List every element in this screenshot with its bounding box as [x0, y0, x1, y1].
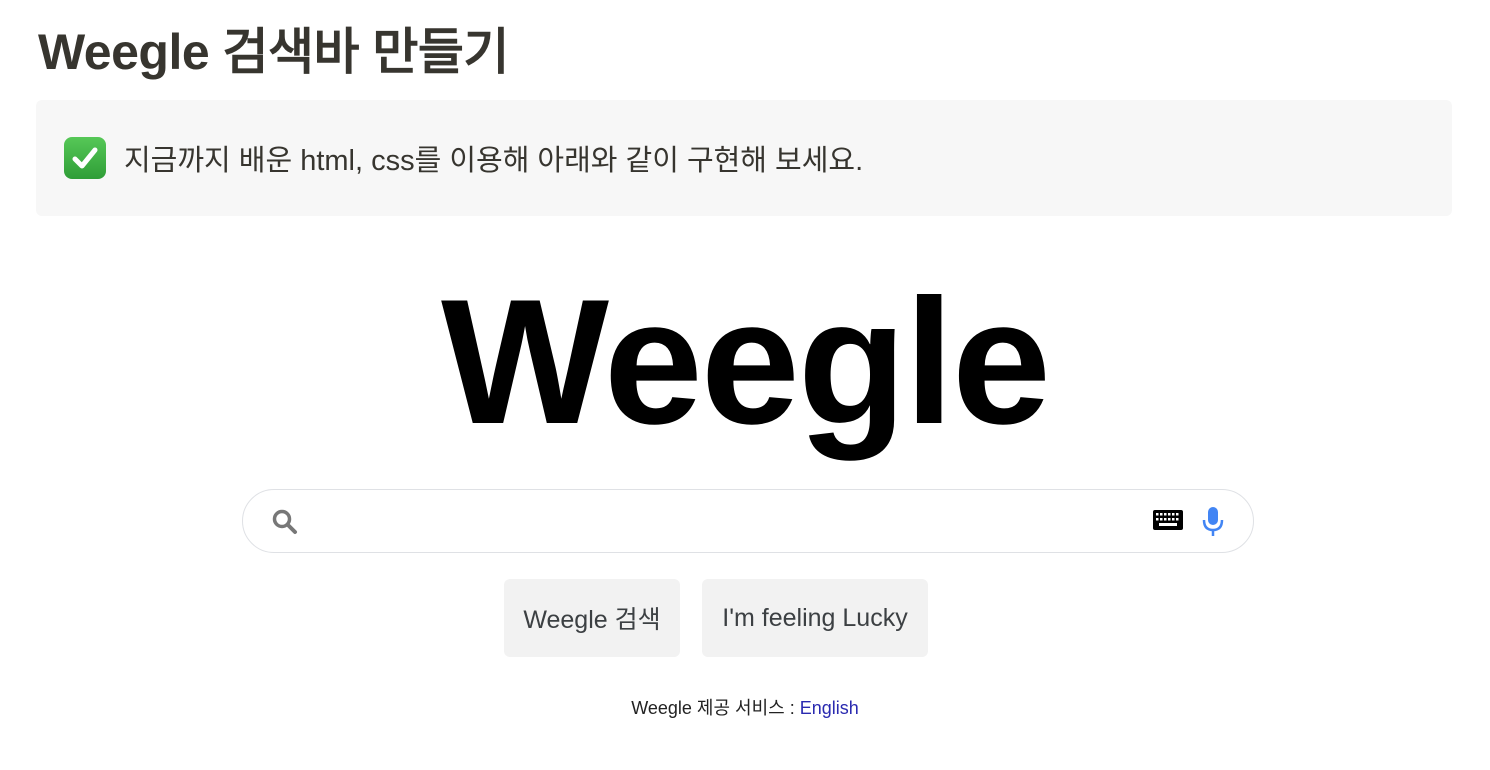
page-title: Weegle 검색바 만들기: [38, 24, 509, 80]
search-icon: [271, 508, 299, 536]
footer-prefix: Weegle 제공 서비스 :: [631, 698, 800, 718]
search-input[interactable]: [313, 502, 1137, 542]
search-bar[interactable]: [242, 489, 1254, 553]
callout-text: 지금까지 배운 html, css를 이용해 아래와 같이 구현해 보세요.: [124, 145, 864, 177]
english-link[interactable]: English: [800, 698, 859, 718]
keyboard-icon[interactable]: [1153, 510, 1183, 532]
microphone-icon[interactable]: [1201, 506, 1225, 538]
check-mark-button-icon: [64, 137, 106, 179]
weegle-logo: Weegle: [441, 262, 1051, 461]
callout: 지금까지 배운 html, css를 이용해 아래와 같이 구현해 보세요.: [36, 100, 1452, 216]
weegle-search-button[interactable]: Weegle 검색: [504, 579, 680, 657]
footer-note: Weegle 제공 서비스 : English: [0, 694, 1490, 720]
feeling-lucky-button[interactable]: I'm feeling Lucky: [702, 579, 928, 657]
